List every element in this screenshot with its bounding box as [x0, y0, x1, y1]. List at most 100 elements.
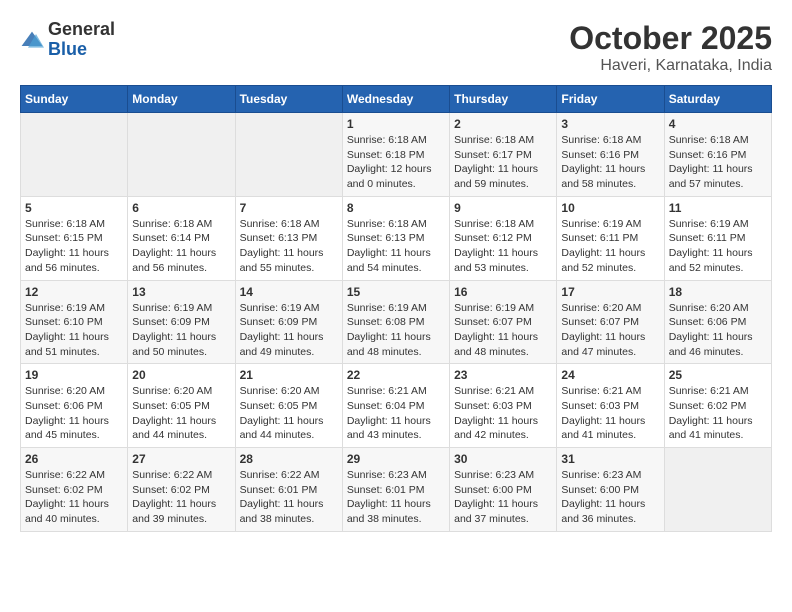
day-number: 20	[132, 368, 230, 382]
header-wednesday: Wednesday	[342, 86, 449, 113]
day-info: Sunrise: 6:19 AM Sunset: 6:11 PM Dayligh…	[669, 217, 767, 276]
calendar-cell	[664, 448, 771, 532]
day-info: Sunrise: 6:19 AM Sunset: 6:09 PM Dayligh…	[132, 301, 230, 360]
day-info: Sunrise: 6:18 AM Sunset: 6:17 PM Dayligh…	[454, 133, 552, 192]
calendar-cell: 16 Sunrise: 6:19 AM Sunset: 6:07 PM Dayli…	[450, 280, 557, 364]
calendar-cell: 4 Sunrise: 6:18 AM Sunset: 6:16 PM Daylig…	[664, 113, 771, 197]
day-info: Sunrise: 6:18 AM Sunset: 6:14 PM Dayligh…	[132, 217, 230, 276]
calendar-cell: 8Sunrise: 6:18 AM Sunset: 6:13 PM Daylig…	[342, 196, 449, 280]
calendar-cell: 12Sunrise: 6:19 AM Sunset: 6:10 PM Dayli…	[21, 280, 128, 364]
day-number: 4	[669, 117, 767, 131]
calendar-cell: 27Sunrise: 6:22 AM Sunset: 6:02 PM Dayli…	[128, 448, 235, 532]
day-number: 3	[561, 117, 659, 131]
calendar-cell	[128, 113, 235, 197]
day-number: 14	[240, 285, 338, 299]
day-number: 15	[347, 285, 445, 299]
day-number: 23	[454, 368, 552, 382]
day-number: 9	[454, 201, 552, 215]
calendar-cell: 10 Sunrise: 6:19 AM Sunset: 6:11 PM Dayli…	[557, 196, 664, 280]
day-info: Sunrise: 6:22 AM Sunset: 6:02 PM Dayligh…	[132, 468, 230, 527]
calendar-cell	[21, 113, 128, 197]
day-info: Sunrise: 6:19 AM Sunset: 6:11 PM Dayligh…	[561, 217, 659, 276]
day-number: 6	[132, 201, 230, 215]
day-number: 7	[240, 201, 338, 215]
logo-icon	[20, 30, 44, 50]
day-number: 2	[454, 117, 552, 131]
calendar-cell: 3 Sunrise: 6:18 AM Sunset: 6:16 PM Daylig…	[557, 113, 664, 197]
header-sunday: Sunday	[21, 86, 128, 113]
calendar-cell: 28 Sunrise: 6:22 AM Sunset: 6:01 PM Dayli…	[235, 448, 342, 532]
day-info: Sunrise: 6:21 AM Sunset: 6:02 PM Dayligh…	[669, 384, 767, 443]
day-number: 11	[669, 201, 767, 215]
day-number: 31	[561, 452, 659, 466]
header-friday: Friday	[557, 86, 664, 113]
calendar-cell: 2 Sunrise: 6:18 AM Sunset: 6:17 PM Daylig…	[450, 113, 557, 197]
calendar-cell: 14 Sunrise: 6:19 AM Sunset: 6:09 PM Dayli…	[235, 280, 342, 364]
day-info: Sunrise: 6:23 AM Sunset: 6:01 PM Dayligh…	[347, 468, 445, 527]
day-number: 17	[561, 285, 659, 299]
title-area: October 2025 Haveri, Karnataka, India	[569, 20, 772, 75]
calendar-table: Sunday Monday Tuesday Wednesday Thursday…	[20, 85, 772, 532]
day-info: Sunrise: 6:18 AM Sunset: 6:13 PM Dayligh…	[240, 217, 338, 276]
day-info: Sunrise: 6:19 AM Sunset: 6:08 PM Dayligh…	[347, 301, 445, 360]
calendar-week-row: 12Sunrise: 6:19 AM Sunset: 6:10 PM Dayli…	[21, 280, 772, 364]
calendar-cell: 17 Sunrise: 6:20 AM Sunset: 6:07 PM Dayli…	[557, 280, 664, 364]
header-tuesday: Tuesday	[235, 86, 342, 113]
calendar-week-row: 1Sunrise: 6:18 AM Sunset: 6:18 PM Daylig…	[21, 113, 772, 197]
calendar-week-row: 26 Sunrise: 6:22 AM Sunset: 6:02 PM Dayli…	[21, 448, 772, 532]
day-info: Sunrise: 6:18 AM Sunset: 6:12 PM Dayligh…	[454, 217, 552, 276]
header-monday: Monday	[128, 86, 235, 113]
day-info: Sunrise: 6:18 AM Sunset: 6:15 PM Dayligh…	[25, 217, 123, 276]
calendar-subtitle: Haveri, Karnataka, India	[569, 57, 772, 75]
day-info: Sunrise: 6:18 AM Sunset: 6:16 PM Dayligh…	[561, 133, 659, 192]
calendar-cell: 23Sunrise: 6:21 AM Sunset: 6:03 PM Dayli…	[450, 364, 557, 448]
day-number: 28	[240, 452, 338, 466]
day-number: 22	[347, 368, 445, 382]
calendar-cell: 30 Sunrise: 6:23 AM Sunset: 6:00 PM Dayli…	[450, 448, 557, 532]
calendar-cell: 19 Sunrise: 6:20 AM Sunset: 6:06 PM Dayli…	[21, 364, 128, 448]
day-info: Sunrise: 6:23 AM Sunset: 6:00 PM Dayligh…	[454, 468, 552, 527]
calendar-cell: 13Sunrise: 6:19 AM Sunset: 6:09 PM Dayli…	[128, 280, 235, 364]
header: General Blue October 2025 Haveri, Karnat…	[20, 20, 772, 75]
day-number: 10	[561, 201, 659, 215]
day-info: Sunrise: 6:19 AM Sunset: 6:09 PM Dayligh…	[240, 301, 338, 360]
calendar-title: October 2025	[569, 20, 772, 57]
logo-text: General Blue	[48, 20, 115, 60]
day-info: Sunrise: 6:22 AM Sunset: 6:02 PM Dayligh…	[25, 468, 123, 527]
calendar-cell	[235, 113, 342, 197]
calendar-cell: 9 Sunrise: 6:18 AM Sunset: 6:12 PM Daylig…	[450, 196, 557, 280]
day-info: Sunrise: 6:20 AM Sunset: 6:07 PM Dayligh…	[561, 301, 659, 360]
calendar-cell: 1Sunrise: 6:18 AM Sunset: 6:18 PM Daylig…	[342, 113, 449, 197]
weekday-header-row: Sunday Monday Tuesday Wednesday Thursday…	[21, 86, 772, 113]
day-number: 19	[25, 368, 123, 382]
calendar-cell: 20 Sunrise: 6:20 AM Sunset: 6:05 PM Dayli…	[128, 364, 235, 448]
day-number: 30	[454, 452, 552, 466]
calendar-week-row: 19 Sunrise: 6:20 AM Sunset: 6:06 PM Dayli…	[21, 364, 772, 448]
day-number: 18	[669, 285, 767, 299]
day-info: Sunrise: 6:20 AM Sunset: 6:06 PM Dayligh…	[669, 301, 767, 360]
day-info: Sunrise: 6:18 AM Sunset: 6:13 PM Dayligh…	[347, 217, 445, 276]
day-info: Sunrise: 6:18 AM Sunset: 6:18 PM Dayligh…	[347, 133, 445, 192]
logo-general: General	[48, 19, 115, 39]
day-number: 25	[669, 368, 767, 382]
day-number: 5	[25, 201, 123, 215]
calendar-cell: 6 Sunrise: 6:18 AM Sunset: 6:14 PM Daylig…	[128, 196, 235, 280]
day-info: Sunrise: 6:20 AM Sunset: 6:06 PM Dayligh…	[25, 384, 123, 443]
day-info: Sunrise: 6:19 AM Sunset: 6:07 PM Dayligh…	[454, 301, 552, 360]
day-number: 16	[454, 285, 552, 299]
calendar-cell: 31 Sunrise: 6:23 AM Sunset: 6:00 PM Dayli…	[557, 448, 664, 532]
calendar-cell: 29Sunrise: 6:23 AM Sunset: 6:01 PM Dayli…	[342, 448, 449, 532]
day-info: Sunrise: 6:20 AM Sunset: 6:05 PM Dayligh…	[132, 384, 230, 443]
day-info: Sunrise: 6:18 AM Sunset: 6:16 PM Dayligh…	[669, 133, 767, 192]
calendar-cell: 21 Sunrise: 6:20 AM Sunset: 6:05 PM Dayli…	[235, 364, 342, 448]
day-info: Sunrise: 6:20 AM Sunset: 6:05 PM Dayligh…	[240, 384, 338, 443]
calendar-cell: 15 Sunrise: 6:19 AM Sunset: 6:08 PM Dayli…	[342, 280, 449, 364]
logo: General Blue	[20, 20, 115, 60]
calendar-cell: 25 Sunrise: 6:21 AM Sunset: 6:02 PM Dayli…	[664, 364, 771, 448]
day-info: Sunrise: 6:23 AM Sunset: 6:00 PM Dayligh…	[561, 468, 659, 527]
calendar-cell: 7 Sunrise: 6:18 AM Sunset: 6:13 PM Daylig…	[235, 196, 342, 280]
day-number: 21	[240, 368, 338, 382]
day-info: Sunrise: 6:22 AM Sunset: 6:01 PM Dayligh…	[240, 468, 338, 527]
day-number: 26	[25, 452, 123, 466]
calendar-cell: 11 Sunrise: 6:19 AM Sunset: 6:11 PM Dayli…	[664, 196, 771, 280]
